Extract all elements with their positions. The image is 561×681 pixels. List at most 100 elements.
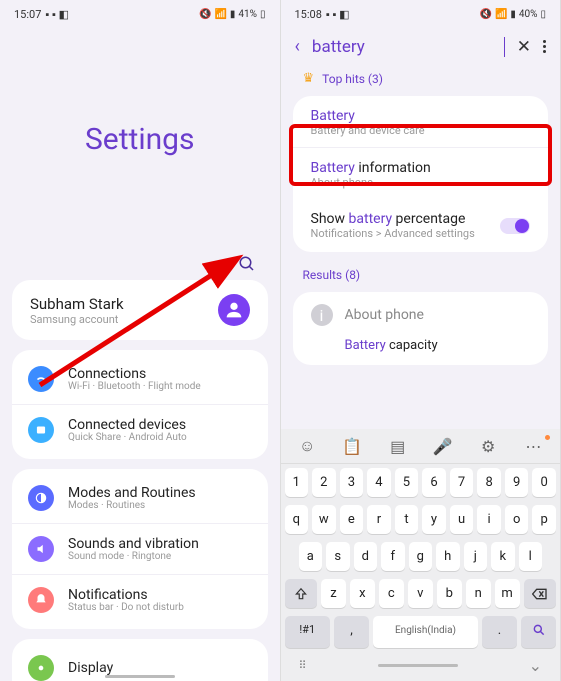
status-wifi-icon: 📶 — [495, 9, 507, 20]
kb-notification-dot — [545, 435, 550, 440]
kb-key-s[interactable]: s — [326, 542, 350, 571]
kb-period-key[interactable]: . — [482, 616, 517, 648]
kb-key-i[interactable]: i — [477, 505, 501, 534]
kb-key-e[interactable]: e — [340, 505, 364, 534]
kb-key-y[interactable]: y — [422, 505, 446, 534]
kb-key-4[interactable]: 4 — [367, 468, 391, 497]
kb-key-2[interactable]: 2 — [312, 468, 336, 497]
kb-key-0[interactable]: 0 — [532, 468, 556, 497]
kb-key-b[interactable]: b — [437, 579, 462, 608]
kb-key-k[interactable]: k — [491, 542, 515, 571]
crown-icon: ♛ — [303, 71, 315, 86]
kb-mic-icon[interactable]: 🎤 — [429, 435, 457, 457]
sound-icon — [28, 536, 54, 562]
kb-key-8[interactable]: 8 — [477, 468, 501, 497]
kb-number-row: 1234567890 — [281, 464, 561, 501]
menu-notifications[interactable]: NotificationsStatus bar · Do not disturb — [12, 574, 268, 625]
kb-key-1[interactable]: 1 — [285, 468, 309, 497]
kb-key-f[interactable]: f — [381, 542, 405, 571]
result-show-battery-pct[interactable]: Show battery percentage Notifications > … — [293, 199, 549, 252]
back-button[interactable]: ‹ — [295, 36, 300, 57]
kb-key-o[interactable]: o — [505, 505, 529, 534]
result-battery-info[interactable]: Battery information About phone — [293, 147, 549, 199]
kb-key-h[interactable]: h — [436, 542, 460, 571]
toggle-switch[interactable] — [500, 218, 530, 234]
kb-key-n[interactable]: n — [466, 579, 491, 608]
kb-letter-row-1: qwertyuiop — [281, 501, 561, 538]
home-indicator[interactable] — [105, 675, 175, 678]
devices-icon — [28, 417, 54, 443]
kb-key-7[interactable]: 7 — [450, 468, 474, 497]
status-wifi-icon: 📶 — [214, 9, 226, 20]
kb-comma-key[interactable]: , — [334, 616, 369, 648]
profile-card[interactable]: Subham Stark Samsung account — [12, 280, 268, 340]
bell-icon — [28, 587, 54, 613]
kb-key-j[interactable]: j — [464, 542, 488, 571]
search-input[interactable]: battery — [312, 37, 505, 57]
kb-more-icon[interactable]: ⋯ — [519, 435, 547, 457]
results-header: Results (8) — [281, 262, 561, 292]
kb-key-g[interactable]: g — [409, 542, 433, 571]
kb-key-a[interactable]: a — [299, 542, 323, 571]
kb-key-q[interactable]: q — [285, 505, 309, 534]
kb-emoji-icon[interactable]: ☺ — [293, 435, 321, 457]
display-icon — [28, 655, 54, 681]
kb-collapse-icon[interactable]: ⌄ — [529, 656, 542, 675]
kb-key-z[interactable]: z — [321, 579, 346, 608]
kb-key-3[interactable]: 3 — [340, 468, 364, 497]
page-title: Settings — [0, 122, 280, 157]
search-results-screen: 15:08 ▪ ▪ ◧ 🔇 📶 ▮ 40% ▯ ‹ battery ✕ ♛ To… — [281, 0, 561, 681]
kb-key-r[interactable]: r — [367, 505, 391, 534]
kb-letter-row-2: asdfghjkl — [281, 538, 561, 575]
status-time: 15:07 — [14, 8, 41, 21]
status-time: 15:08 — [295, 8, 322, 21]
battery-icon: ▯ — [260, 9, 266, 20]
kb-key-v[interactable]: v — [408, 579, 433, 608]
kb-settings-icon[interactable]: ⚙ — [474, 435, 502, 457]
result-about-phone[interactable]: i About phone — [293, 292, 549, 338]
result-battery-capacity[interactable]: Battery capacity — [293, 338, 549, 365]
status-signal-icon: ▮ — [230, 9, 236, 20]
status-bar: 15:07 ▪ ▪ ◧ 🔇 📶 ▮ 41% ▯ — [0, 0, 280, 24]
modes-icon — [28, 485, 54, 511]
kb-key-6[interactable]: 6 — [422, 468, 446, 497]
kb-letter-row-3: zxcvbnm — [281, 575, 561, 612]
kb-key-c[interactable]: c — [379, 579, 404, 608]
info-icon: i — [311, 304, 333, 326]
kb-shift-key[interactable] — [285, 579, 317, 608]
kb-clipboard-icon[interactable]: 📋 — [338, 435, 366, 457]
kb-key-p[interactable]: p — [532, 505, 556, 534]
kb-key-x[interactable]: x — [350, 579, 375, 608]
kb-grid-icon[interactable]: ⠿ — [299, 659, 307, 672]
kb-symbols-key[interactable]: !#1 — [285, 616, 331, 648]
kb-text-icon[interactable]: ▤ — [384, 435, 412, 457]
menu-sounds[interactable]: Sounds and vibrationSound mode · Rington… — [12, 523, 268, 574]
status-battery: 41% — [238, 9, 257, 20]
avatar[interactable] — [218, 294, 250, 326]
menu-connections[interactable]: ConnectionsWi-Fi · Bluetooth · Flight mo… — [12, 354, 268, 404]
clear-search-button[interactable]: ✕ — [517, 37, 531, 57]
keyboard: ☺ 📋 ▤ 🎤 ⚙ ⋯ 1234567890 qwertyuiop asdfgh… — [281, 429, 561, 681]
home-indicator[interactable] — [378, 664, 458, 667]
status-mute-icon: 🔇 — [479, 9, 491, 20]
kb-key-w[interactable]: w — [312, 505, 336, 534]
kb-backspace-key[interactable] — [524, 579, 556, 608]
menu-modes[interactable]: Modes and RoutinesModes · Routines — [12, 473, 268, 523]
kb-key-m[interactable]: m — [495, 579, 520, 608]
result-battery[interactable]: Battery Battery and device care — [293, 96, 549, 147]
kb-key-l[interactable]: l — [519, 542, 543, 571]
kb-key-t[interactable]: t — [395, 505, 419, 534]
kb-search-key[interactable] — [521, 616, 556, 648]
kb-key-5[interactable]: 5 — [395, 468, 419, 497]
kb-key-9[interactable]: 9 — [505, 468, 529, 497]
status-mute-icon: 🔇 — [199, 9, 211, 20]
kb-key-u[interactable]: u — [450, 505, 474, 534]
menu-connected-devices[interactable]: Connected devicesQuick Share · Android A… — [12, 404, 268, 455]
kb-bottom-row: !#1 , English(India) . — [281, 612, 561, 652]
more-options-button[interactable] — [543, 40, 546, 53]
kb-space-key[interactable]: English(India) — [373, 616, 478, 648]
status-app-icons: ▪ ▪ ◧ — [326, 8, 350, 21]
top-hits-header: ♛ Top hits (3) — [281, 65, 561, 96]
kb-key-d[interactable]: d — [354, 542, 378, 571]
search-icon[interactable] — [238, 255, 256, 277]
